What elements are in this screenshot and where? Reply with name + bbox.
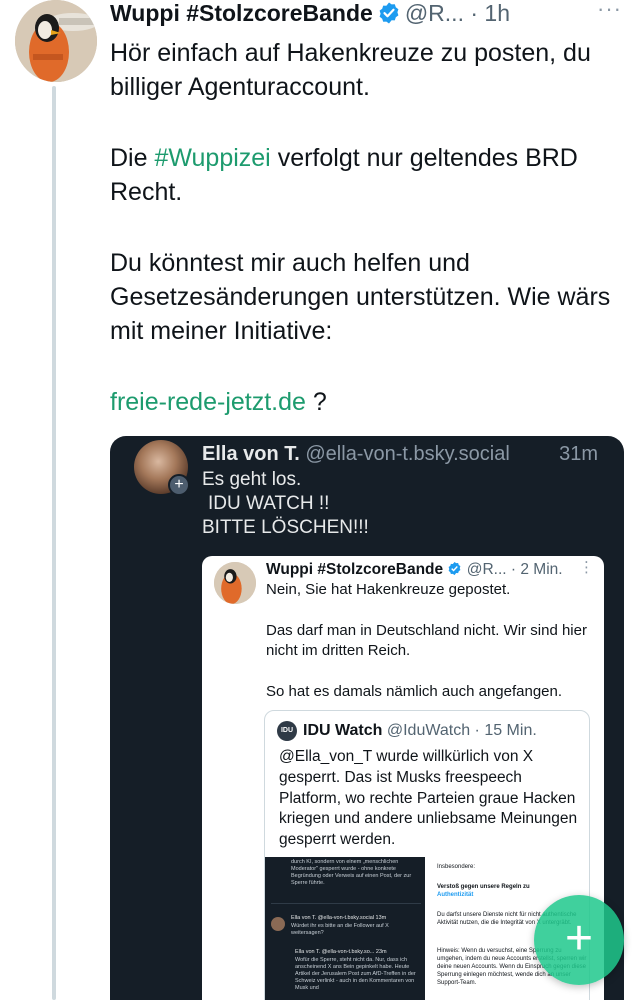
follow-plus-icon: + <box>168 474 190 496</box>
card-avatar <box>214 562 256 604</box>
ella-post-text: Es geht los. IDU WATCH !! BITTE LÖSCHEN!… <box>202 468 602 540</box>
more-options-icon[interactable]: ··· <box>597 0 622 22</box>
author-handle-time: @R... · 1h <box>404 0 510 26</box>
ella-handle: @ella-von-t.bsky.social <box>305 443 510 465</box>
astronaut-penguin-image <box>15 0 97 82</box>
thread-line <box>52 86 56 1000</box>
author-avatar[interactable] <box>15 0 97 82</box>
ella-line-1: Es geht los. <box>202 469 302 490</box>
card-text: Nein, Sie hat Hakenkreuze gepostet. Das … <box>266 580 596 702</box>
card-header: Wuppi #StolzcoreBande @R... · 2 Min. ⋮ <box>266 559 600 580</box>
inner-header: IDU Watch @IduWatch · 15 Min. <box>303 721 587 741</box>
verified-badge-icon <box>377 1 401 25</box>
idu-logo: IDU <box>277 721 297 741</box>
initiative-link[interactable]: freie-rede-jetzt.de <box>110 388 306 416</box>
post-header: Wuppi #StolzcoreBande @R... · 1h ··· <box>110 0 630 26</box>
hashtag-link[interactable]: #Wuppizei <box>154 144 270 172</box>
post-paragraph-4: freie-rede-jetzt.de ? <box>110 385 620 419</box>
mini-screenshot-left: durch KI, sondern von einem „menschliche… <box>265 857 425 1000</box>
ella-line-3: BITTE LÖSCHEN!!! <box>202 517 369 538</box>
ella-line-2: IDU WATCH !! <box>208 493 330 514</box>
paragraph-2-prefix: Die <box>110 144 155 172</box>
inner-text: @Ella_von_T wurde willkürlich von X gesp… <box>279 748 578 849</box>
card-paragraph-1: Nein, Sie hat Hakenkreuze gepostet. <box>266 581 511 598</box>
ella-post-header: Ella von T. @ella-von-t.bsky.social 31m <box>202 442 612 466</box>
post-paragraph-1: Hör einfach auf Hakenkreuze zu posten, d… <box>110 39 591 101</box>
post-paragraph-2: Die #Wuppizei verfolgt nur geltendes BRD… <box>110 141 620 209</box>
mini-right-violation: Verstoß gegen unsere Regeln zu <box>437 884 530 890</box>
inner-author-name: IDU Watch <box>303 722 383 739</box>
card-author-name: Wuppi #StolzcoreBande <box>266 561 444 578</box>
post-paragraph-3: Du könntest mir auch helfen und Gesetzes… <box>110 249 611 345</box>
card-paragraph-3: So hat es damals nämlich auch angefangen… <box>266 682 563 700</box>
post-text: Hör einfach auf Hakenkreuze zu posten, d… <box>110 36 620 419</box>
mini-left-post2-text: Wofür die Sperre, steht nicht da. Nur, d… <box>295 957 416 991</box>
card-handle-time: @R... · 2 Min. <box>466 561 563 578</box>
mini-left-post1-text: Würdet ihr es bitte an die Follower auf … <box>291 923 389 936</box>
author-name[interactable]: Wuppi #StolzcoreBande <box>110 0 373 26</box>
card-more-icon: ⋮ <box>579 559 594 576</box>
link-suffix: ? <box>305 388 327 416</box>
ella-name: Ella von T. <box>202 443 300 465</box>
ella-time: 31m <box>559 443 598 465</box>
mini-left-top-text: durch KI, sondern von einem „menschliche… <box>291 859 412 886</box>
inner-handle-time: @IduWatch · 15 Min. <box>386 722 537 739</box>
card-verified-icon <box>447 561 462 578</box>
compose-plus-button[interactable]: + <box>534 895 624 985</box>
card-paragraph-2: Das darf man in Deutschland nicht. Wir s… <box>266 621 587 660</box>
mini-right-label: Insbesondere: <box>437 864 476 870</box>
mini-left-post2-head: Ella von T. @ella-von-t.bsky.so... 23m <box>295 949 387 955</box>
mini-left-post1-head: Ella von T. @ella-von-t.bsky.social 13m <box>291 915 387 921</box>
